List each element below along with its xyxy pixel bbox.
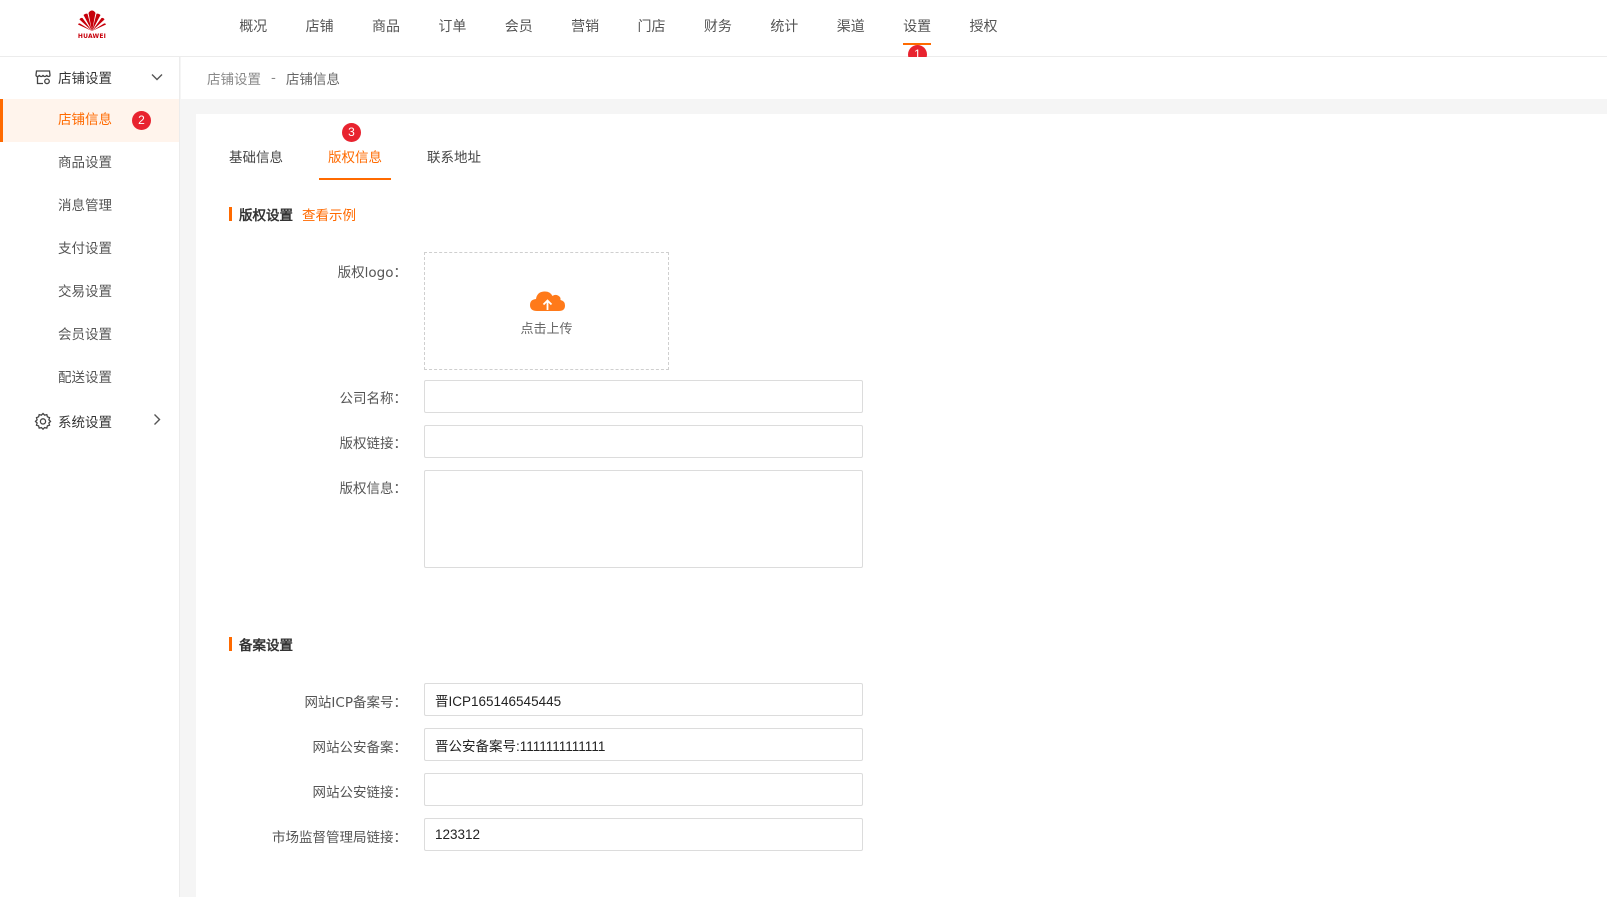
- topnav-item-stores[interactable]: 门店: [618, 0, 684, 56]
- breadcrumb-current: 店铺信息: [285, 72, 340, 88]
- topnav-item-settings[interactable]: 设置 1: [884, 0, 950, 64]
- tab-basic-info[interactable]: 基础信息: [226, 136, 286, 180]
- topnav-item-authorization[interactable]: 授权: [950, 0, 1016, 56]
- topnav-label: 会员: [504, 19, 533, 35]
- copyright-link-label: 版权链接：: [339, 436, 408, 452]
- topnav-label: 门店: [637, 19, 666, 35]
- sidebar-item-store-info[interactable]: 店铺信息 2: [0, 99, 179, 142]
- logo-upload-box[interactable]: 点击上传: [424, 252, 669, 370]
- police-link-input[interactable]: [424, 773, 863, 806]
- tab-label: 版权信息: [328, 150, 382, 166]
- section-title-text: 备案设置: [239, 638, 293, 654]
- topnav-item-marketing[interactable]: 营销: [552, 0, 618, 56]
- topnav-label: 营销: [571, 19, 600, 35]
- sidebar-item-trade-settings[interactable]: 交易设置: [0, 271, 179, 314]
- sidebar-item-member-settings[interactable]: 会员设置: [0, 314, 179, 357]
- record-section-title: 备案设置: [229, 634, 293, 654]
- copyright-info-textarea[interactable]: [424, 470, 863, 568]
- topnav-label: 财务: [703, 19, 732, 35]
- topnav-label: 商品: [371, 19, 400, 35]
- topnav-label: 授权: [969, 19, 998, 35]
- sidebar-item-label: 店铺信息: [58, 112, 112, 128]
- upload-text: 点击上传: [520, 321, 573, 337]
- topnav-label: 概况: [239, 19, 268, 35]
- huawei-logo[interactable]: HUAWEI: [74, 10, 110, 44]
- sidebar-group-system-settings[interactable]: 系统设置: [0, 400, 179, 442]
- view-example-link[interactable]: 查看示例: [302, 204, 356, 224]
- tab-contact-address[interactable]: 联系地址: [424, 136, 484, 180]
- topnav-item-overview[interactable]: 概况: [220, 0, 286, 56]
- sidebar-item-label: 商品设置: [58, 155, 112, 171]
- tab-copyright-info[interactable]: 版权信息 3: [319, 123, 391, 180]
- police-link-label: 网站公安链接：: [312, 785, 408, 801]
- sidebar-item-label: 交易设置: [58, 284, 112, 300]
- sidebar-group-label: 系统设置: [58, 415, 112, 431]
- gear-icon: [34, 412, 52, 430]
- topnav-item-channels[interactable]: 渠道: [818, 0, 884, 56]
- logo-text: HUAWEI: [77, 33, 107, 40]
- copyright-link-input[interactable]: [424, 425, 863, 458]
- breadcrumb-separator: -: [271, 70, 276, 86]
- main-panel: 基础信息 版权信息 3 联系地址 版权设置 查看示例 版权logo： 点击上传 …: [196, 114, 1607, 897]
- chevron-right-icon: [154, 414, 161, 425]
- market-supervision-link-label: 市场监督管理局链接：: [272, 830, 407, 846]
- market-supervision-link-input[interactable]: [424, 818, 863, 851]
- tab-label: 基础信息: [229, 150, 283, 166]
- sidebar-item-payment-settings[interactable]: 支付设置: [0, 228, 179, 271]
- sidebar-item-label: 支付设置: [58, 241, 112, 257]
- sidebar-item-message-management[interactable]: 消息管理: [0, 185, 179, 228]
- chevron-down-icon: [151, 74, 163, 81]
- top-nav: 概况 店铺 商品 订单 会员 营销 门店 财务 统计 渠道 设置 1 授权: [220, 0, 1017, 64]
- topnav-item-members[interactable]: 会员: [486, 0, 552, 56]
- huawei-logo-icon: [78, 10, 106, 31]
- tab-bar: 基础信息 版权信息 3 联系地址: [226, 123, 523, 180]
- icp-label: 网站ICP备案号：: [304, 695, 407, 711]
- police-record-input[interactable]: [424, 728, 863, 761]
- copyright-section-title: 版权设置 查看示例: [229, 204, 356, 224]
- step-badge: 3: [342, 123, 361, 142]
- topnav-label: 统计: [770, 19, 799, 35]
- sidebar-item-label: 消息管理: [58, 198, 112, 214]
- topnav-label: 设置: [903, 19, 932, 35]
- police-record-label: 网站公安备案：: [312, 740, 408, 756]
- topnav-item-goods[interactable]: 商品: [353, 0, 419, 56]
- topnav-label: 订单: [438, 19, 467, 35]
- topnav-label: 店铺: [305, 19, 334, 35]
- copyright-info-label: 版权信息：: [339, 481, 408, 497]
- tab-label: 联系地址: [427, 150, 481, 166]
- copyright-logo-label: 版权logo：: [337, 265, 407, 281]
- topnav-item-statistics[interactable]: 统计: [751, 0, 817, 56]
- sidebar: 店铺设置 店铺信息 2 商品设置 消息管理 支付设置 交易设置 会员设置 配送设…: [0, 57, 180, 897]
- sidebar-group-label: 店铺设置: [58, 71, 112, 87]
- step-badge: 2: [132, 111, 151, 130]
- sidebar-item-label: 配送设置: [58, 370, 112, 386]
- topnav-item-finance[interactable]: 财务: [685, 0, 751, 56]
- sidebar-item-delivery-settings[interactable]: 配送设置: [0, 357, 179, 400]
- company-name-input[interactable]: [424, 380, 863, 413]
- breadcrumb-parent[interactable]: 店铺设置: [207, 68, 261, 88]
- sidebar-group-store-settings[interactable]: 店铺设置: [0, 57, 179, 97]
- sidebar-item-label: 会员设置: [58, 327, 112, 343]
- topnav-item-orders[interactable]: 订单: [419, 0, 485, 56]
- company-name-label: 公司名称：: [339, 391, 408, 407]
- breadcrumb: 店铺设置 - 店铺信息: [181, 57, 1607, 99]
- topnav-item-store[interactable]: 店铺: [286, 0, 352, 56]
- top-bar: HUAWEI 概况 店铺 商品 订单 会员 营销 门店 财务 统计 渠道 设置 …: [0, 0, 1607, 64]
- cloud-upload-icon: [529, 290, 565, 311]
- icp-input[interactable]: [424, 683, 863, 716]
- section-title-text: 版权设置: [239, 208, 293, 224]
- topnav-label: 渠道: [836, 19, 865, 35]
- store-icon: [35, 70, 51, 85]
- sidebar-item-goods-settings[interactable]: 商品设置: [0, 142, 179, 185]
